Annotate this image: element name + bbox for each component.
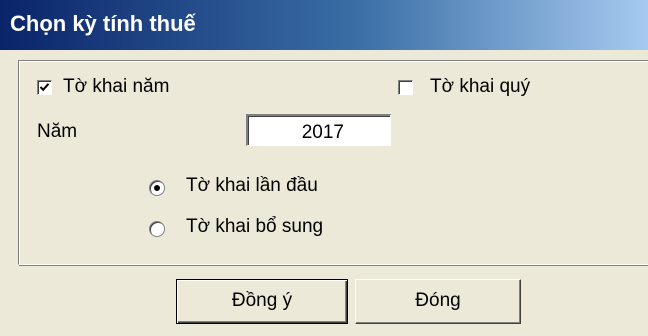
year-input[interactable] xyxy=(246,114,391,146)
initial-declaration-radio[interactable] xyxy=(149,180,165,196)
supplementary-declaration-label[interactable]: Tờ khai bổ sung xyxy=(186,216,323,238)
tax-period-dialog: Chọn kỳ tính thuế Tờ khai năm Tờ khai qu… xyxy=(0,0,648,336)
annual-declaration-checkbox[interactable] xyxy=(37,80,52,95)
quarterly-declaration-label[interactable]: Tờ khai quý xyxy=(430,76,530,98)
quarterly-declaration-checkbox[interactable] xyxy=(398,80,413,95)
year-label: Năm xyxy=(37,121,78,142)
checkmark-icon xyxy=(39,83,50,92)
supplementary-declaration-radio[interactable] xyxy=(149,221,165,237)
ok-button[interactable]: Đồng ý xyxy=(176,279,348,324)
title-bar[interactable]: Chọn kỳ tính thuế xyxy=(0,0,648,50)
window-title: Chọn kỳ tính thuế xyxy=(10,11,196,36)
radio-selected-dot xyxy=(154,185,160,191)
initial-declaration-label[interactable]: Tờ khai lần đầu xyxy=(186,175,318,197)
annual-declaration-label[interactable]: Tờ khai năm xyxy=(63,76,169,98)
close-button[interactable]: Đóng xyxy=(355,279,521,324)
